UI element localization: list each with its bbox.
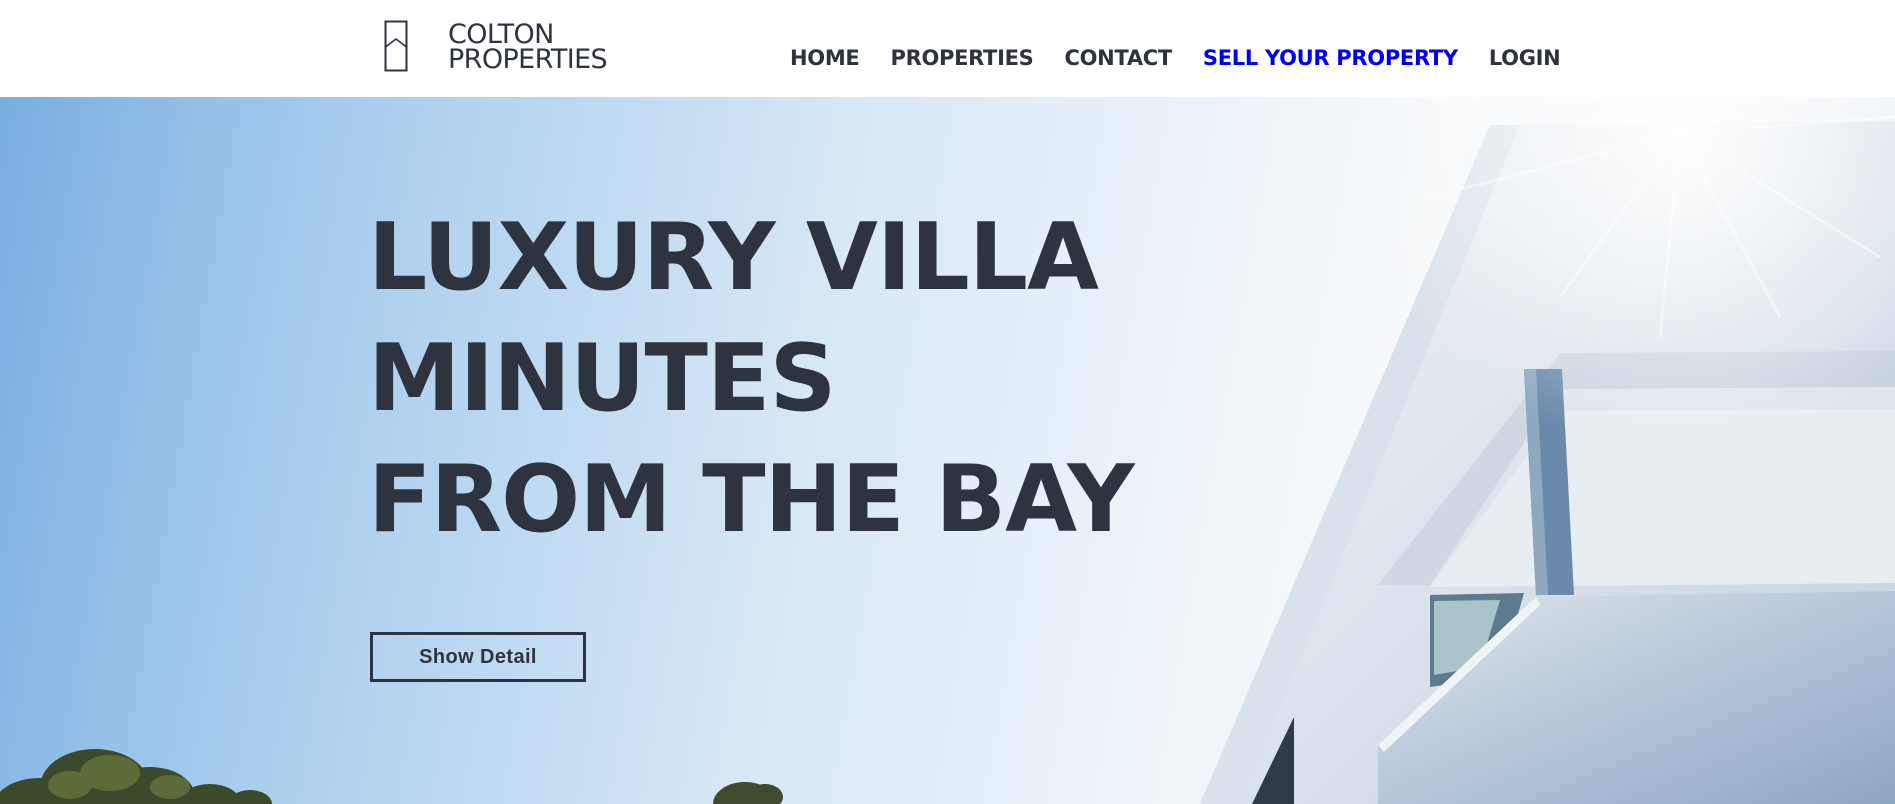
- nav-sell-your-property[interactable]: SELL YOUR PROPERTY: [1203, 42, 1458, 74]
- hero-section: LUXURY VILLA MINUTES FROM THE BAY Show D…: [0, 97, 1895, 804]
- main-nav: HOME PROPERTIES CONTACT SELL YOUR PROPER…: [790, 42, 1591, 74]
- nav-properties[interactable]: PROPERTIES: [890, 42, 1033, 74]
- hero-headline-line3: FROM THE BAY: [368, 445, 1135, 553]
- house-logo-icon: [384, 20, 408, 72]
- brand-name: COLTON PROPERTIES: [448, 21, 608, 75]
- show-detail-button[interactable]: Show Detail: [370, 632, 586, 682]
- nav-contact[interactable]: CONTACT: [1064, 42, 1172, 74]
- nav-home[interactable]: HOME: [790, 42, 860, 74]
- hero-headline-line1: LUXURY VILLA: [368, 203, 1099, 311]
- hero-headline: LUXURY VILLA MINUTES FROM THE BAY: [368, 197, 1135, 560]
- hero-headline-line2: MINUTES: [368, 324, 836, 432]
- brand-logo[interactable]: COLTON PROPERTIES: [384, 20, 644, 74]
- brand-name-line2: PROPERTIES: [448, 44, 608, 75]
- nav-login[interactable]: LOGIN: [1489, 42, 1561, 74]
- site-header: COLTON PROPERTIES HOME PROPERTIES CONTAC…: [0, 0, 1895, 97]
